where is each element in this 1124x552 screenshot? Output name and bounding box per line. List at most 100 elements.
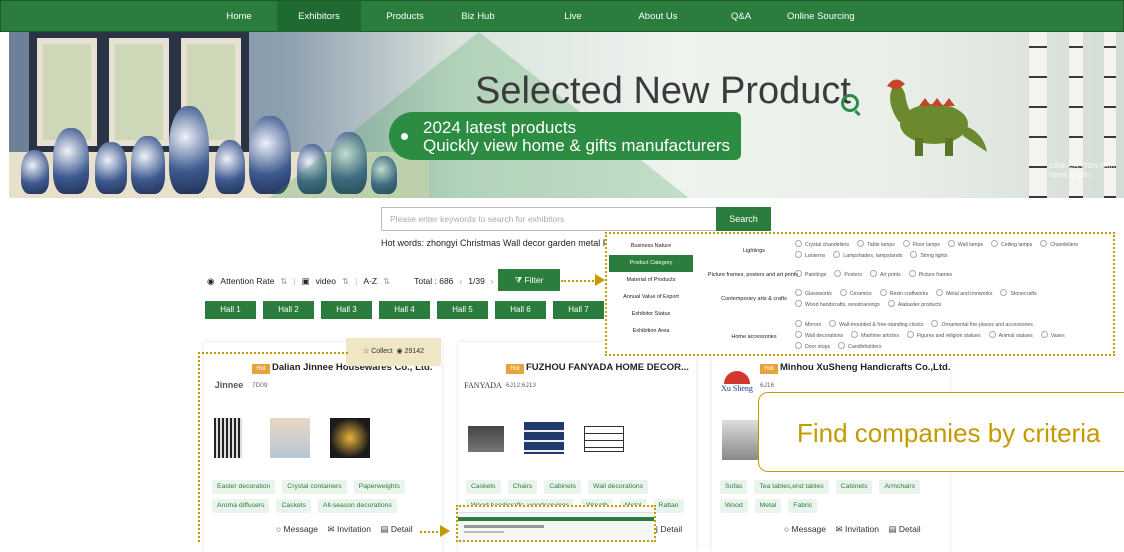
invitation-button[interactable]: Invitation bbox=[845, 524, 879, 534]
option-checkbox[interactable]: Candleholders bbox=[838, 344, 881, 350]
message-icon: ○ bbox=[784, 524, 790, 534]
product-tag[interactable]: Cabinets bbox=[835, 480, 873, 494]
option-checkbox[interactable]: Lanterns bbox=[795, 253, 825, 259]
product-thumbnail[interactable] bbox=[330, 418, 370, 458]
product-thumbnail[interactable] bbox=[722, 420, 758, 460]
option-checkbox[interactable]: Mirrors bbox=[795, 322, 821, 328]
product-tag[interactable]: Caskets bbox=[466, 480, 501, 494]
filter-material[interactable]: Material of Products bbox=[609, 272, 693, 289]
exhibitor-card[interactable]: Jinnee Hot Dalian Jinnee Housewares Co.,… bbox=[204, 342, 442, 552]
hall-6-tab[interactable]: Hall 6 bbox=[495, 301, 546, 319]
option-checkbox[interactable]: Figures and religion statues bbox=[907, 333, 981, 339]
nav-about-us[interactable]: About Us bbox=[629, 1, 687, 33]
nav-live[interactable]: Live bbox=[553, 1, 593, 33]
product-tag[interactable]: Easter decoration bbox=[212, 480, 276, 494]
filter-exhibitor-status[interactable]: Exhibitor Status bbox=[609, 306, 693, 323]
hot-badge: Hot bbox=[252, 364, 270, 374]
product-thumbnail[interactable] bbox=[524, 422, 564, 454]
hot-words-list[interactable]: zhongyi Christmas Wall decor garden meta… bbox=[427, 238, 615, 248]
search-button[interactable]: Search bbox=[716, 207, 771, 231]
option-checkbox[interactable]: Glassworks bbox=[795, 291, 832, 297]
product-thumbnail[interactable] bbox=[584, 426, 624, 452]
option-checkbox[interactable]: Vases bbox=[1041, 333, 1065, 339]
option-checkbox[interactable]: Resin craftworks bbox=[880, 291, 928, 297]
product-thumbnail[interactable] bbox=[214, 418, 242, 458]
product-tag[interactable]: Metal bbox=[754, 499, 782, 513]
nav-exhibitors[interactable]: Exhibitors bbox=[277, 1, 361, 33]
product-tag[interactable]: Rattan bbox=[653, 499, 684, 513]
product-tag[interactable]: Armchairs bbox=[879, 480, 921, 494]
option-checkbox[interactable]: Animal statues bbox=[989, 333, 1033, 339]
product-tag[interactable]: All-season decorations bbox=[318, 499, 397, 513]
nav-online-sourcing[interactable]: Online Sourcing Meeting bbox=[787, 1, 879, 53]
message-button[interactable]: Message bbox=[792, 524, 827, 534]
nav-home[interactable]: Home bbox=[211, 1, 267, 33]
detail-button[interactable]: Detail bbox=[391, 524, 413, 534]
product-tag[interactable]: Wall decorations bbox=[588, 480, 649, 494]
detail-button[interactable]: Detail bbox=[899, 524, 921, 534]
option-checkbox[interactable]: Ceramics bbox=[840, 291, 872, 297]
hall-2-tab[interactable]: Hall 2 bbox=[263, 301, 314, 319]
prev-page-icon[interactable]: ‹ bbox=[459, 276, 462, 286]
option-checkbox[interactable]: Table lamps bbox=[857, 242, 895, 248]
option-checkbox[interactable]: Wall lamps bbox=[948, 242, 983, 248]
detail-button[interactable]: Detail bbox=[660, 524, 682, 534]
option-checkbox[interactable]: Posters bbox=[834, 272, 862, 278]
invitation-button[interactable]: Invitation bbox=[337, 524, 371, 534]
option-checkbox[interactable]: Maritime articles bbox=[851, 333, 899, 339]
option-checkbox[interactable]: Crystal chandeliers bbox=[795, 242, 849, 248]
option-checkbox[interactable]: Stonecrafts bbox=[1000, 291, 1036, 297]
hall-7-tab[interactable]: Hall 7 bbox=[553, 301, 604, 319]
hall-1-tab[interactable]: Hall 1 bbox=[205, 301, 256, 319]
sort-video[interactable]: video bbox=[316, 276, 336, 286]
filter-business-nature[interactable]: Business Nature bbox=[609, 238, 693, 255]
filter-export-value[interactable]: Annual Value of Export bbox=[609, 289, 693, 306]
booth-number: 6J12;6J13 bbox=[506, 382, 536, 389]
sort-az[interactable]: A-Z bbox=[363, 276, 377, 286]
option-checkbox[interactable]: Ceiling lamps bbox=[991, 242, 1032, 248]
product-tag[interactable]: Caskets bbox=[276, 499, 312, 513]
product-tag[interactable]: Aroma diffusers bbox=[212, 499, 270, 513]
exhibitor-search-input[interactable]: Please enter keywords to search for exhi… bbox=[381, 207, 717, 231]
hall-5-tab[interactable]: Hall 5 bbox=[437, 301, 488, 319]
product-thumbnail[interactable] bbox=[270, 418, 310, 458]
option-checkbox[interactable]: Chandeliers bbox=[1040, 242, 1078, 248]
product-tag[interactable]: Crystal containers bbox=[282, 480, 347, 494]
product-thumbnail[interactable] bbox=[468, 426, 504, 452]
hall-3-tab[interactable]: Hall 3 bbox=[321, 301, 372, 319]
option-checkbox[interactable]: String lights bbox=[910, 253, 947, 259]
filter-exhibition-area[interactable]: Exhibition Area bbox=[609, 323, 693, 340]
product-tag[interactable]: Paperweights bbox=[353, 480, 405, 494]
option-checkbox[interactable]: Door stops bbox=[795, 344, 830, 350]
product-tag[interactable]: Fabric bbox=[788, 499, 818, 513]
product-tag[interactable]: Cabinets bbox=[544, 480, 582, 494]
option-checkbox[interactable]: Lampshades, lampstands bbox=[833, 253, 902, 259]
sort-attention-rate[interactable]: Attention Rate bbox=[220, 276, 274, 286]
nav-biz-hub[interactable]: Biz Hub bbox=[453, 1, 503, 33]
message-button[interactable]: Message bbox=[284, 524, 319, 534]
company-name[interactable]: Minhou XuSheng Handicrafts Co.,Ltd. bbox=[780, 362, 950, 373]
option-checkbox[interactable]: Paintings bbox=[795, 272, 826, 278]
collect-button[interactable]: ☆ Collect ◉ 29142 bbox=[346, 338, 441, 366]
product-tag[interactable]: Chairs bbox=[507, 480, 538, 494]
option-checkbox[interactable]: Wall-mounted & free-standing clocks bbox=[829, 322, 923, 328]
option-checkbox[interactable]: Floor lamps bbox=[903, 242, 940, 248]
filter-product-category[interactable]: Product Category bbox=[609, 255, 693, 272]
hero-banner[interactable]: Selected New Product 2024 latest product… bbox=[9, 32, 1124, 198]
option-checkbox[interactable]: Picture frames bbox=[909, 272, 952, 278]
option-checkbox[interactable]: Ornamental fire-places and accessories bbox=[931, 322, 1032, 328]
product-tag[interactable]: Wood bbox=[720, 499, 748, 513]
hall-4-tab[interactable]: Hall 4 bbox=[379, 301, 430, 319]
option-checkbox[interactable]: Art prints bbox=[870, 272, 901, 278]
filter-button[interactable]: ⧩ Filter bbox=[498, 269, 560, 291]
option-checkbox[interactable]: Metal and ironworks bbox=[936, 291, 992, 297]
option-checkbox[interactable]: Alabaster products bbox=[888, 302, 941, 308]
nav-qa[interactable]: Q&A bbox=[723, 1, 759, 33]
product-tag[interactable]: Tea tables,end tables bbox=[754, 480, 829, 494]
product-tag[interactable]: Sofas bbox=[720, 480, 748, 494]
nav-products[interactable]: Products bbox=[375, 1, 435, 33]
next-page-icon[interactable]: › bbox=[491, 276, 494, 286]
company-name[interactable]: FUZHOU FANYADA HOME DECOR... bbox=[526, 362, 689, 373]
option-checkbox[interactable]: Wall decorations bbox=[795, 333, 843, 339]
option-checkbox[interactable]: Wood handicrafts, woodcarvings bbox=[795, 302, 880, 308]
